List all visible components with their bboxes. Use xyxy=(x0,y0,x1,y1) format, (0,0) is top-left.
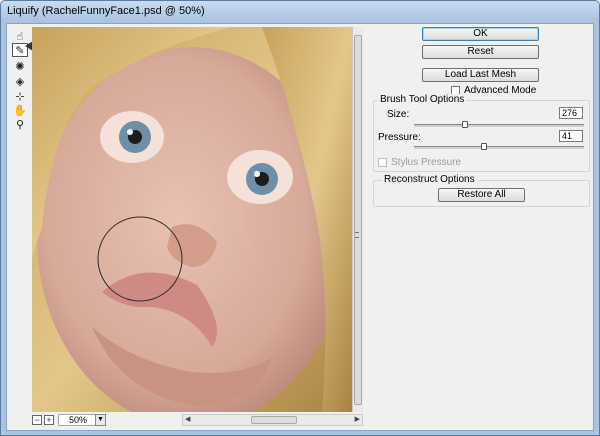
window-title: Liquify (RachelFunnyFace1.psd @ 50%) xyxy=(7,5,205,17)
portrait-image xyxy=(32,27,352,412)
advanced-mode-label: Advanced Mode xyxy=(464,85,537,96)
liquify-dialog: Liquify (RachelFunnyFace1.psd @ 50%) ☝ ✎… xyxy=(0,0,600,436)
brush-tool-options-title: Brush Tool Options xyxy=(378,94,467,105)
reconstruct-options-group: Reconstruct Options Restore All xyxy=(373,174,590,207)
bloat-tool-icon[interactable]: ⊹ xyxy=(12,89,28,103)
size-label: Size: xyxy=(387,109,410,120)
reconstruct-options-title: Reconstruct Options xyxy=(382,174,477,185)
image-canvas[interactable] xyxy=(32,27,352,412)
zoom-level-field[interactable]: 50% xyxy=(58,414,98,426)
load-last-mesh-button[interactable]: Load Last Mesh xyxy=(422,68,539,82)
horizontal-scroll-thumb[interactable] xyxy=(251,416,297,424)
stylus-pressure-label: Stylus Pressure xyxy=(391,157,462,168)
zoom-tool-icon[interactable]: ⚲ xyxy=(12,117,28,131)
restore-all-button[interactable]: Restore All xyxy=(438,188,525,202)
pressure-label: Pressure: xyxy=(378,132,421,143)
zoom-out-button[interactable]: − xyxy=(32,415,42,425)
vertical-scroll-thumb[interactable] xyxy=(354,35,362,405)
size-slider-knob[interactable] xyxy=(462,121,468,128)
reset-button[interactable]: Reset xyxy=(422,45,539,59)
pucker-tool-icon[interactable]: ◈ xyxy=(12,74,28,88)
horizontal-scrollbar[interactable]: ◀ ▶ xyxy=(182,414,363,426)
pressure-slider-knob[interactable] xyxy=(480,143,487,150)
zoom-dropdown-button[interactable]: ▼ xyxy=(95,414,106,426)
twirl-tool-icon[interactable]: ✺ xyxy=(12,59,28,73)
scroll-right-icon[interactable]: ▶ xyxy=(355,415,360,425)
vertical-scrollbar[interactable] xyxy=(352,27,363,412)
size-input[interactable]: 276 xyxy=(559,107,583,119)
zoom-in-button[interactable]: + xyxy=(44,415,54,425)
stylus-pressure-box[interactable] xyxy=(378,158,387,167)
size-slider[interactable] xyxy=(414,124,584,127)
scroll-grip-icon xyxy=(355,232,359,238)
dialog-body: ☝ ✎ ✺ ◈ ⊹ ✋ ⚲ − + 50% ▼ ◀ ▶ OK Reset Loa… xyxy=(6,23,594,431)
stylus-pressure-checkbox[interactable]: Stylus Pressure xyxy=(378,157,461,168)
scroll-left-icon[interactable]: ◀ xyxy=(185,415,190,425)
hand-tool-icon[interactable]: ✋ xyxy=(12,103,28,117)
pressure-slider[interactable] xyxy=(414,146,584,149)
brush-tool-options-group: Brush Tool Options Size: 276 Pressure: 4… xyxy=(373,94,590,172)
pressure-input[interactable]: 41 xyxy=(559,130,583,142)
zoom-bar: − + 50% ▼ ◀ ▶ xyxy=(32,414,363,428)
title-bar[interactable]: Liquify (RachelFunnyFace1.psd @ 50%) xyxy=(1,1,599,23)
ok-button[interactable]: OK xyxy=(422,27,539,41)
